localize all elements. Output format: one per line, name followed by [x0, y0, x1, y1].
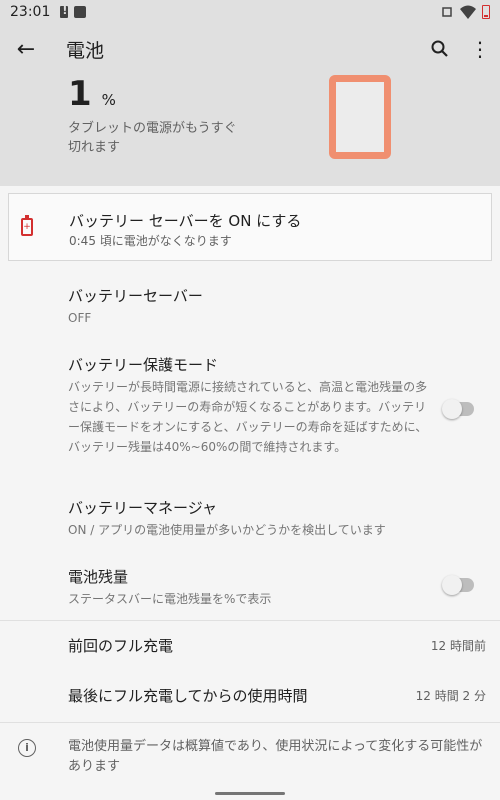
- suggestion-subtitle: 0:45 頃に電池がなくなります: [69, 234, 232, 248]
- battery-alert-icon: +: [21, 215, 33, 236]
- footer-text: 電池使用量データは概算値であり、使用状況によって変化する可能性があります: [68, 739, 483, 774]
- percent-unit: %: [101, 91, 116, 109]
- divider: [0, 722, 500, 723]
- wifi-icon: [460, 5, 476, 19]
- setting-subtitle: ステータスバーに電池残量を%で表示: [68, 592, 272, 606]
- setting-subtitle: OFF: [68, 311, 92, 325]
- search-icon[interactable]: [420, 24, 460, 74]
- setting-subtitle: ON / アプリの電池使用量が多いかどうかを検出しています: [68, 523, 386, 537]
- system-icons: [440, 5, 490, 19]
- status-time: 23:01: [10, 4, 51, 20]
- battery-saver-suggestion[interactable]: + バッテリー セーバーを ON にする 0:45 頃に電池がなくなります: [8, 193, 492, 261]
- setting-battery-level[interactable]: 電池残量 ステータスバーに電池残量を%で表示: [68, 566, 428, 609]
- battery-percentage: 1 %: [68, 74, 116, 114]
- last-full-charge-row: 前回のフル充電 12 時間前: [68, 634, 486, 656]
- screen-rotate-icon: [442, 7, 452, 17]
- usage-since-charge-row: 最後にフル充電してからの使用時間 12 時間 2 分: [68, 684, 486, 706]
- percent-value: 1: [68, 74, 92, 114]
- footer-note: i 電池使用量データは概算値であり、使用状況によって変化する可能性があります: [0, 737, 500, 777]
- battery-level-toggle[interactable]: [442, 575, 474, 595]
- battery-protection-toggle[interactable]: [442, 399, 474, 419]
- setting-subtitle: バッテリーが長時間電源に接続されていると、高温と電池残量の多さにより、バッテリー…: [68, 380, 428, 454]
- battery-summary: タブレットの電源がもうすぐ切れます: [68, 121, 237, 155]
- divider: [0, 620, 500, 621]
- setting-title: バッテリーセーバー: [68, 287, 203, 305]
- usage-label: 最後にフル充電してからの使用時間: [68, 686, 308, 705]
- app-bar: ← 電池 ⋮: [0, 24, 500, 74]
- setting-battery-protection[interactable]: バッテリー保護モード バッテリーが長時間電源に接続されていると、高温と電池残量の…: [68, 354, 428, 457]
- page-title: 電池: [66, 39, 105, 62]
- setting-battery-saver[interactable]: バッテリーセーバー OFF: [68, 285, 428, 328]
- battery-level-icon: [329, 75, 391, 159]
- suggestion-title: バッテリー セーバーを ON にする: [69, 212, 302, 230]
- usage-label: 前回のフル充電: [68, 636, 174, 655]
- back-arrow-icon[interactable]: ←: [0, 24, 52, 74]
- usage-value: 12 時間 2 分: [415, 688, 486, 703]
- app-notification-icon: [74, 6, 87, 18]
- more-options-icon[interactable]: ⋮: [460, 24, 500, 74]
- notification-icons: [60, 4, 87, 18]
- info-icon: i: [18, 739, 36, 757]
- status-bar: 23:01: [0, 0, 500, 24]
- setting-battery-manager[interactable]: バッテリーマネージャ ON / アプリの電池使用量が多いかどうかを検出しています: [68, 497, 428, 540]
- setting-title: バッテリーマネージャ: [68, 499, 217, 517]
- alert-icon: [60, 4, 69, 18]
- usage-value: 12 時間前: [430, 638, 486, 653]
- battery-header: 1 % タブレットの電源がもうすぐ切れます: [0, 74, 500, 186]
- battery-status-icon: [482, 5, 490, 19]
- setting-title: 電池残量: [68, 568, 129, 586]
- gesture-nav-bar[interactable]: [215, 792, 285, 795]
- setting-title: バッテリー保護モード: [68, 356, 219, 374]
